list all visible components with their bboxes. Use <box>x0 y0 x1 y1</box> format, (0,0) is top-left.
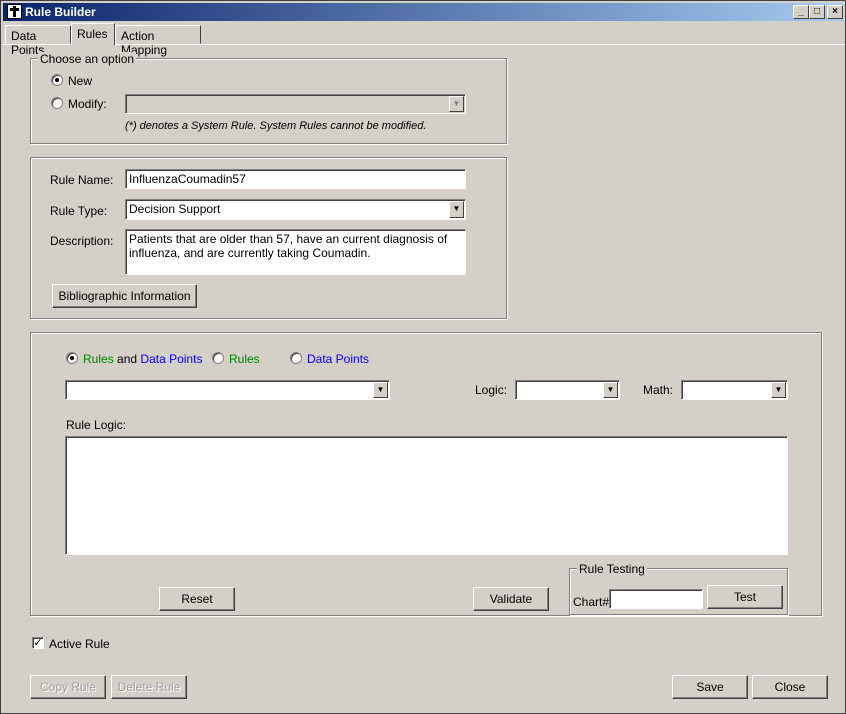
save-button[interactable]: Save <box>672 675 748 699</box>
reset-button[interactable]: Reset <box>159 587 235 611</box>
minimize-button[interactable]: _ <box>793 5 809 19</box>
modify-radio-label: Modify: <box>68 97 107 111</box>
data-points-word: Data Points <box>140 352 203 366</box>
rules-only-radio[interactable] <box>212 352 224 364</box>
bibliographic-information-button[interactable]: Bibliographic Information <box>52 284 197 308</box>
math-select[interactable]: ▼ <box>681 380 788 400</box>
chart-number-input[interactable] <box>609 589 703 609</box>
rule-testing-legend: Rule Testing <box>577 562 647 576</box>
maximize-button[interactable]: □ <box>809 5 825 19</box>
rule-logic-label: Rule Logic: <box>66 418 127 432</box>
chevron-down-icon[interactable]: ▼ <box>771 382 786 398</box>
delete-rule-button[interactable]: Delete Rule <box>111 675 187 699</box>
modify-rule-select: ▼ <box>125 94 466 114</box>
title-bar[interactable]: Rule Builder _ □ × <box>3 3 843 21</box>
tab-action-mapping[interactable]: Action Mapping <box>115 25 201 57</box>
window-title: Rule Builder <box>25 5 96 19</box>
app-icon <box>7 4 22 19</box>
close-button[interactable]: Close <box>752 675 828 699</box>
tab-data-points[interactable]: Data Points <box>5 25 71 57</box>
chevron-down-icon[interactable]: ▼ <box>603 382 618 398</box>
source-select[interactable]: ▼ <box>65 380 390 400</box>
rule-logic-textarea[interactable] <box>65 436 788 555</box>
rules-word: Rules <box>83 352 114 366</box>
rule-type-label: Rule Type: <box>50 204 108 218</box>
rule-builder-window: Rule Builder _ □ × Data Points Rules Act… <box>0 0 846 714</box>
new-radio-label: New <box>68 74 93 88</box>
active-rule-checkbox[interactable]: ✓ <box>32 637 44 649</box>
test-button[interactable]: Test <box>707 585 783 609</box>
chart-number-label: Chart# <box>573 595 610 609</box>
chevron-down-icon[interactable]: ▼ <box>373 382 388 398</box>
active-rule-label: Active Rule <box>49 637 110 651</box>
system-rule-note: (*) denotes a System Rule. System Rules … <box>125 120 427 132</box>
modify-radio[interactable] <box>51 97 63 109</box>
close-window-button[interactable]: × <box>827 5 843 19</box>
tab-rules[interactable]: Rules <box>71 23 115 45</box>
math-label: Math: <box>643 383 674 397</box>
data-points-only-label: Data Points <box>307 352 370 366</box>
description-textarea[interactable]: Patients that are older than 57, have an… <box>125 229 466 275</box>
new-radio[interactable] <box>51 74 63 86</box>
copy-rule-button[interactable]: Copy Rule <box>30 675 106 699</box>
rule-type-value: Decision Support <box>129 202 221 216</box>
rules-and-data-points-radio[interactable] <box>66 352 78 364</box>
rules-only-label: Rules <box>229 352 260 366</box>
chevron-down-icon[interactable]: ▼ <box>449 201 464 218</box>
and-word: and <box>117 352 138 366</box>
chevron-down-icon: ▼ <box>449 96 464 112</box>
data-points-only-radio[interactable] <box>290 352 302 364</box>
rule-name-input[interactable]: InfluenzaCoumadin57 <box>125 169 466 189</box>
description-label: Description: <box>50 234 114 248</box>
rule-type-select[interactable]: Decision Support ▼ <box>125 199 466 220</box>
logic-select[interactable]: ▼ <box>515 380 620 400</box>
rule-name-label: Rule Name: <box>50 173 114 187</box>
logic-label: Logic: <box>475 383 508 397</box>
validate-button[interactable]: Validate <box>473 587 549 611</box>
rules-and-data-points-label: Rules and Data Points <box>83 352 202 366</box>
choose-option-legend: Choose an option <box>38 52 137 66</box>
